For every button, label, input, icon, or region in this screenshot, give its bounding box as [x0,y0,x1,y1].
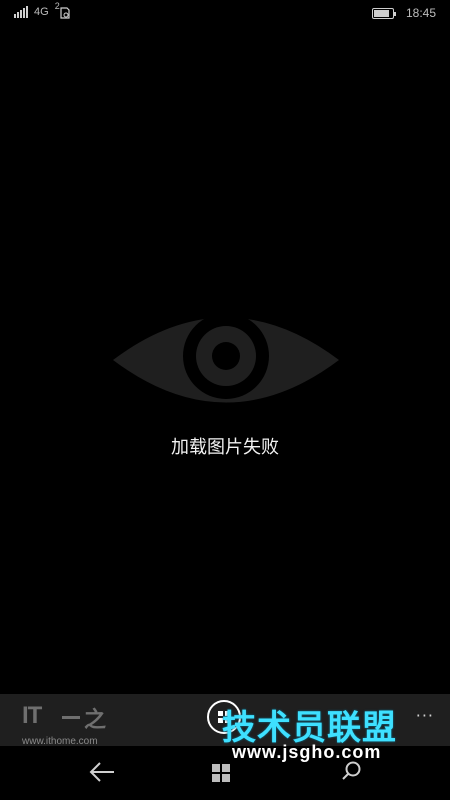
sim-indicator: 2 [55,1,71,19]
signal-icon [14,6,28,18]
navigation-bar [0,746,450,800]
sim-card-icon [60,7,70,19]
battery-icon [371,7,396,19]
watermark-url: www.jsgho.com [232,742,382,762]
status-bar: 4G 2 18:45 [0,0,450,28]
eye-icon [111,295,341,425]
more-options-button[interactable]: ··· [416,706,434,725]
network-type: 4G [34,6,49,18]
back-arrow-icon[interactable] [88,760,116,784]
status-right: 18:45 [371,6,436,20]
search-icon[interactable] [340,760,362,782]
windows-icon[interactable] [212,764,230,782]
battery-fill [373,9,390,17]
load-error-message: 加载图片失败 [171,437,279,458]
ithome-logo: IT 之 [22,702,107,733]
status-left: 4G 2 [14,1,71,19]
clock: 18:45 [405,6,436,20]
